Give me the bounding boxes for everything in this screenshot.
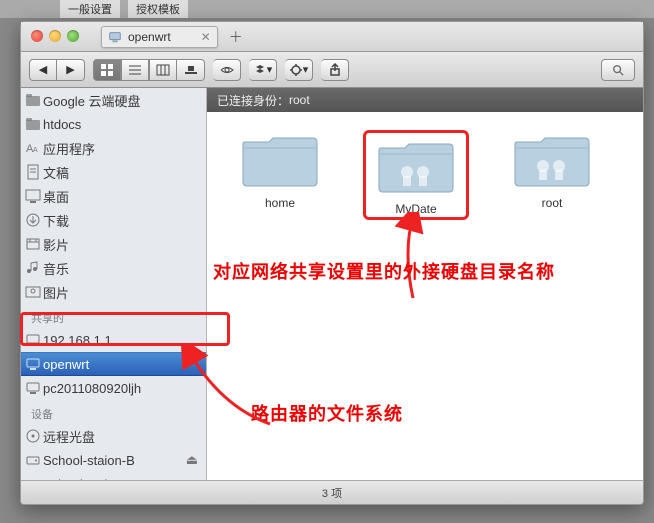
- sidebar-item-label: 桌面: [43, 187, 69, 206]
- sidebar-item-fav-0[interactable]: Google 云端硬盘: [21, 88, 206, 112]
- sidebar-item-fav-1[interactable]: htdocs: [21, 112, 206, 136]
- sidebar-item-shared-1[interactable]: openwrt: [21, 352, 206, 376]
- sidebar-item-shared-0[interactable]: 192.168.1.1: [21, 328, 206, 352]
- download-icon: [25, 212, 41, 228]
- folder-item[interactable]: root: [499, 130, 605, 210]
- connection-user: root: [289, 93, 310, 107]
- server-icon: [25, 332, 41, 348]
- doc-icon: [25, 164, 41, 180]
- sidebar: Google 云端硬盘htdocsAA应用程序文稿桌面下载影片音乐图片 共享的 …: [21, 88, 207, 480]
- sidebar-item-dev-0[interactable]: 远程光盘: [21, 424, 206, 448]
- coverflow-view-button[interactable]: [177, 59, 205, 81]
- annotation-text: 路由器的文件系统: [251, 400, 403, 426]
- server-icon: [25, 356, 41, 372]
- toolbar: ◀ ▶ ▾ ▾: [21, 52, 643, 88]
- dropbox-button[interactable]: ▾: [249, 59, 277, 81]
- connection-bar: 已连接身份： root: [207, 88, 643, 112]
- eject-icon[interactable]: ⏏: [186, 476, 198, 480]
- folder-icon: [25, 92, 41, 108]
- folder-icon: [239, 130, 321, 192]
- column-view-button[interactable]: [149, 59, 177, 81]
- sidebar-item-label: 文稿: [43, 163, 69, 182]
- sidebar-group-shared: 共享的: [21, 304, 206, 328]
- sidebar-item-dev-1[interactable]: School-staion-B ⏏: [21, 448, 206, 472]
- forward-button[interactable]: ▶: [57, 59, 85, 81]
- annotation-text: 对应网络共享设置里的外接硬盘目录名称: [213, 258, 555, 284]
- quicklook-button[interactable]: [213, 59, 241, 81]
- minimize-button[interactable]: [49, 30, 61, 42]
- folder-label: root: [542, 196, 563, 210]
- sidebar-item-fav-5[interactable]: 下载: [21, 208, 206, 232]
- view-mode-buttons: [93, 59, 205, 81]
- folder-content: home MyDate root 对应网络共享设置里的外接硬盘目录名称 路由器的文件…: [207, 112, 643, 480]
- sidebar-item-label: 影片: [43, 235, 69, 254]
- svg-text:A: A: [33, 147, 38, 154]
- drive-icon: [25, 476, 41, 480]
- music-icon: [25, 260, 41, 276]
- picture-icon: [25, 284, 41, 300]
- window-tab[interactable]: openwrt ✕: [101, 26, 218, 48]
- tab-bar: openwrt ✕ ＋: [21, 22, 643, 52]
- bg-tab: 一般设置: [60, 0, 120, 18]
- sidebar-item-label: 音乐: [43, 259, 69, 278]
- folder-item[interactable]: home: [227, 130, 333, 210]
- tab-title: openwrt: [128, 30, 171, 44]
- close-button[interactable]: [31, 30, 43, 42]
- action-button[interactable]: ▾: [285, 59, 313, 81]
- nav-buttons: ◀ ▶: [29, 59, 85, 81]
- folder-icon: [25, 116, 41, 132]
- sidebar-item-shared-2[interactable]: pc2011080920ljh: [21, 376, 206, 400]
- sidebar-item-label: openwrt: [43, 357, 89, 372]
- bg-tab: 授权模板: [128, 0, 188, 18]
- sidebar-item-label: 应用程序: [43, 139, 95, 158]
- share-button[interactable]: [321, 59, 349, 81]
- sidebar-item-label: htdocs: [43, 117, 81, 132]
- icon-view-button[interactable]: [93, 59, 121, 81]
- folder-icon: [375, 136, 457, 198]
- server-icon: [25, 380, 41, 396]
- sidebar-item-fav-4[interactable]: 桌面: [21, 184, 206, 208]
- close-tab-icon[interactable]: ✕: [201, 30, 211, 44]
- sidebar-item-label: School-staion-B: [43, 453, 135, 468]
- sidebar-item-fav-6[interactable]: 影片: [21, 232, 206, 256]
- sidebar-item-label: 192.168.1.1: [43, 333, 112, 348]
- annotation-arrow-icon: [393, 212, 433, 302]
- status-bar: 3 项: [21, 480, 643, 504]
- apps-icon: AA: [25, 140, 41, 156]
- connection-prefix: 已连接身份：: [217, 92, 289, 109]
- eject-icon[interactable]: ⏏: [186, 452, 198, 468]
- movie-icon: [25, 236, 41, 252]
- disc-icon: [25, 428, 41, 444]
- sidebar-item-label: pc2011080920ljh: [43, 381, 141, 396]
- sidebar-item-fav-2[interactable]: AA应用程序: [21, 136, 206, 160]
- folder-item[interactable]: MyDate: [363, 130, 469, 220]
- sidebar-item-fav-3[interactable]: 文稿: [21, 160, 206, 184]
- finder-window: openwrt ✕ ＋ ◀ ▶ ▾ ▾ Google 云端硬盘htdocsAA应…: [20, 21, 644, 505]
- sidebar-item-label: 图片: [43, 283, 69, 302]
- server-icon: [108, 30, 122, 44]
- sidebar-item-label: Google 云端硬盘: [43, 91, 141, 110]
- add-tab-button[interactable]: ＋: [226, 27, 246, 47]
- folder-icon: [511, 130, 593, 192]
- sidebar-item-fav-7[interactable]: 音乐: [21, 256, 206, 280]
- desktop-icon: [25, 188, 41, 204]
- list-view-button[interactable]: [121, 59, 149, 81]
- item-count: 3 项: [322, 485, 342, 501]
- zoom-button[interactable]: [67, 30, 79, 42]
- folder-label: home: [265, 196, 295, 210]
- drive-icon: [25, 452, 41, 468]
- traffic-lights: [31, 30, 79, 42]
- back-button[interactable]: ◀: [29, 59, 57, 81]
- sidebar-item-label: 下载: [43, 211, 69, 230]
- search-field[interactable]: [601, 59, 635, 81]
- sidebar-item-label: School-staion-A: [43, 477, 135, 481]
- folder-label: MyDate: [395, 202, 436, 216]
- sidebar-item-dev-2[interactable]: School-staion-A ⏏: [21, 472, 206, 480]
- sidebar-item-fav-8[interactable]: 图片: [21, 280, 206, 304]
- search-icon: [612, 64, 624, 76]
- sidebar-item-label: 远程光盘: [43, 427, 95, 446]
- sidebar-group-devices: 设备: [21, 400, 206, 424]
